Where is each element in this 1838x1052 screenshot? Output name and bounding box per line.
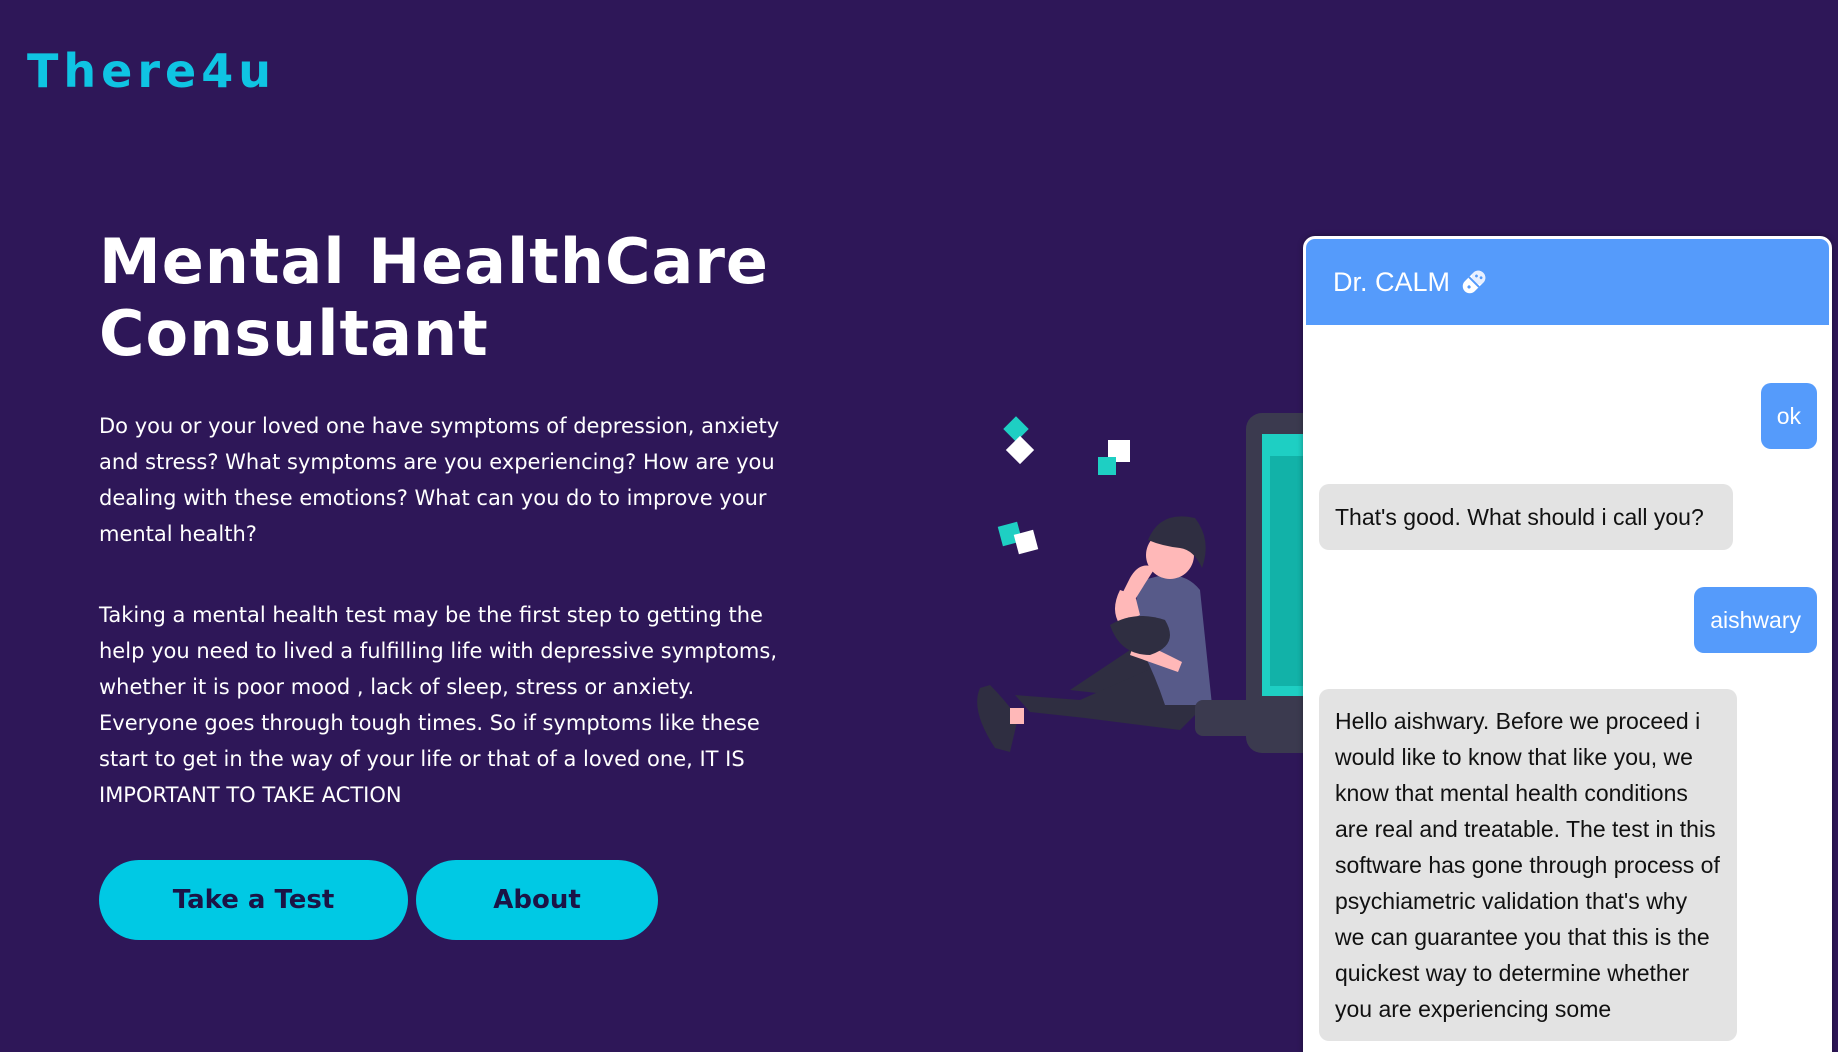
person-with-phone-illustration: [977, 413, 1310, 753]
floating-shapes: [997, 416, 1130, 555]
user-message: ok: [1760, 383, 1817, 449]
bot-message: Hello aishwary. Before we proceed i woul…: [1319, 689, 1737, 1041]
hero-paragraph-1: Do you or your loved one have symptoms o…: [99, 414, 780, 546]
hero-title: Mental HealthCare Consultant: [99, 225, 769, 370]
brand-logo[interactable]: There4u: [27, 44, 276, 98]
chat-header: Dr. CALM: [1306, 239, 1829, 325]
bot-message: That's good. What should i call you?: [1319, 484, 1733, 550]
hero-paragraph-2: Taking a mental health test may be the f…: [99, 603, 777, 807]
page: There4u Mental HealthCare Consultant Do …: [0, 0, 1838, 1052]
chatbot-widget[interactable]: Dr. CALM ok That's good. What should i c…: [1303, 236, 1832, 1052]
person-graphic: [977, 516, 1212, 752]
user-message: aishwary: [1694, 587, 1817, 653]
pill-icon: [1458, 266, 1490, 298]
about-button[interactable]: About: [416, 860, 658, 940]
take-test-button[interactable]: Take a Test: [99, 860, 408, 940]
chat-title: Dr. CALM: [1333, 266, 1451, 297]
